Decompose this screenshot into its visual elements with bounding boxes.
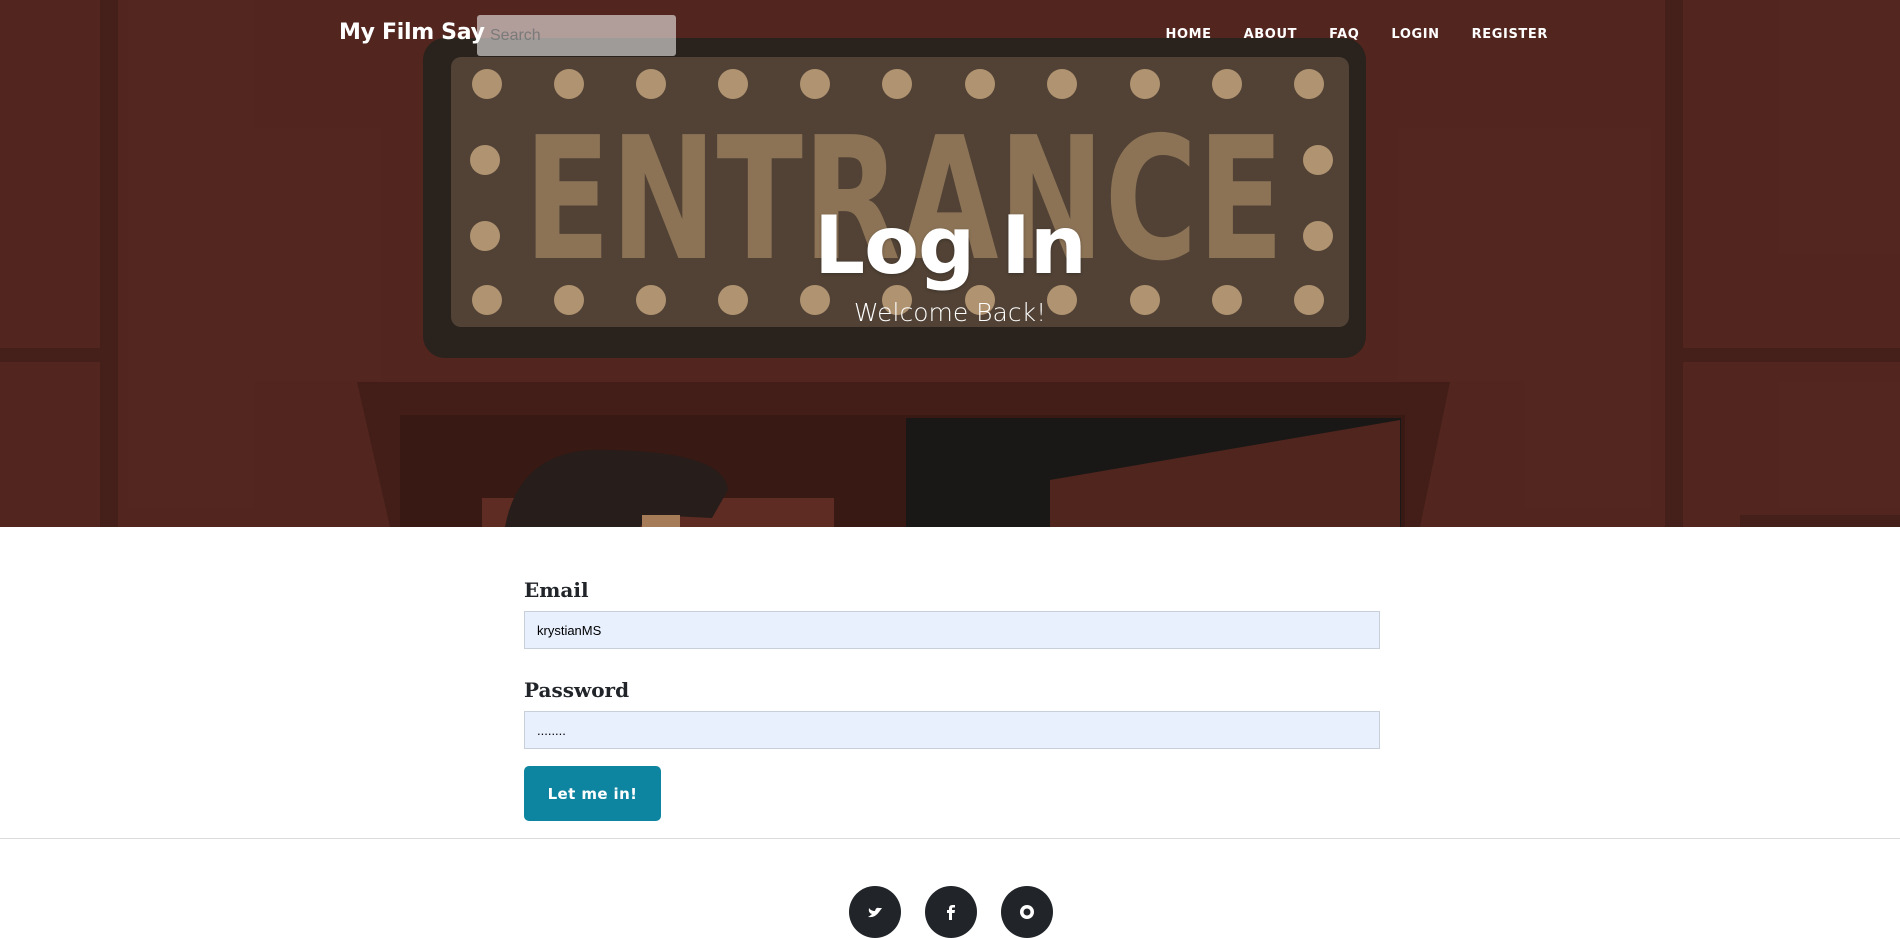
- nav-about[interactable]: ABOUT: [1244, 27, 1297, 45]
- nav-faq[interactable]: FAQ: [1329, 27, 1359, 45]
- nav-login[interactable]: LOGIN: [1391, 27, 1439, 45]
- search-input[interactable]: [477, 15, 676, 56]
- social-links: [0, 886, 1900, 938]
- hero-header: ENTRANCE My Film Say HOME ABOUT FAQ LOGI…: [0, 0, 1900, 527]
- brand-logo[interactable]: My Film Say: [339, 20, 485, 45]
- password-field[interactable]: [524, 711, 1380, 749]
- login-form: Email Password Let me in!: [524, 578, 1380, 821]
- nav-register[interactable]: REGISTER: [1472, 27, 1548, 45]
- github-icon[interactable]: [1001, 886, 1053, 938]
- main-nav: HOME ABOUT FAQ LOGIN REGISTER: [1133, 27, 1548, 45]
- page-subtitle: Welcome Back!: [853, 298, 1047, 327]
- password-label: Password: [524, 678, 630, 702]
- page-title: Log In: [814, 199, 1087, 292]
- facebook-icon[interactable]: [925, 886, 977, 938]
- twitter-icon[interactable]: [849, 886, 901, 938]
- login-submit-button[interactable]: Let me in!: [524, 766, 661, 821]
- email-field[interactable]: [524, 611, 1380, 649]
- nav-home[interactable]: HOME: [1165, 27, 1211, 45]
- email-label: Email: [524, 578, 589, 602]
- footer-divider: [0, 838, 1900, 839]
